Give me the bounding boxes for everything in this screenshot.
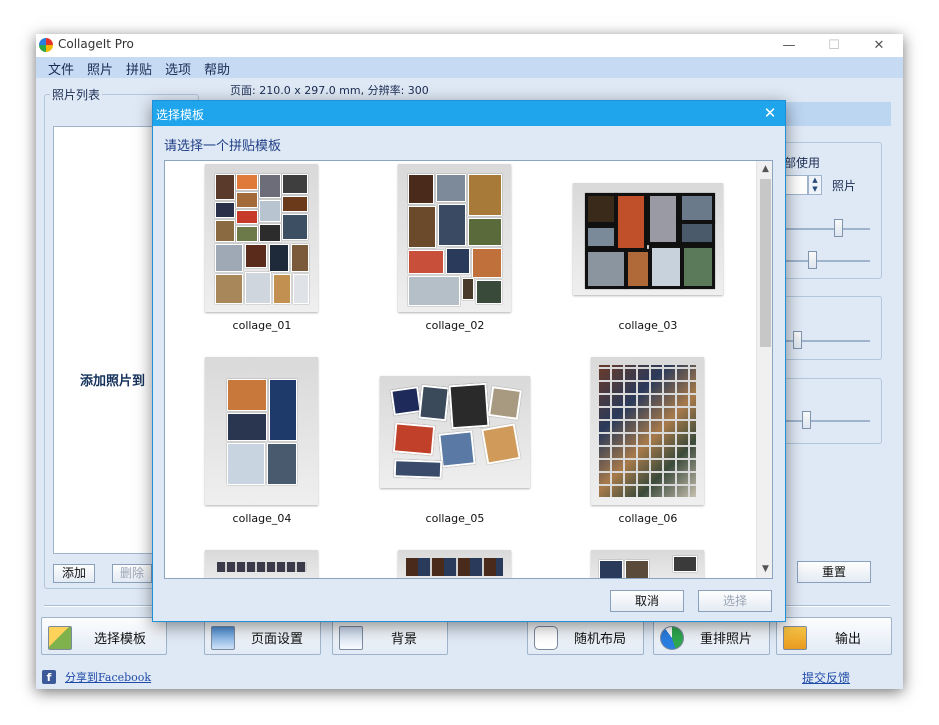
title-bar: CollageIt Pro — ☐ ✕ bbox=[36, 34, 903, 57]
add-photo-button[interactable]: 添加 bbox=[53, 564, 95, 583]
select-button[interactable]: 选择 bbox=[698, 590, 772, 612]
slider-thumb[interactable] bbox=[808, 251, 817, 269]
rearrange-photos-button[interactable]: 重排照片 bbox=[653, 617, 770, 655]
template-thumbnail bbox=[573, 183, 723, 295]
spin-arrows-icon[interactable]: ▲ ▼ bbox=[808, 175, 822, 195]
menu-bar: 文件 照片 拼贴 选项 帮助 bbox=[36, 57, 903, 78]
dialog-prompt: 请选择一个拼贴模板 bbox=[164, 139, 282, 154]
page-info: 页面: 210.0 x 297.0 mm, 分辨率: 300 bbox=[230, 84, 429, 97]
feedback-link[interactable]: 提交反馈 bbox=[802, 669, 850, 686]
template-thumbnail bbox=[205, 164, 318, 312]
template-name: collage_04 bbox=[232, 512, 292, 525]
slider-thumb[interactable] bbox=[802, 411, 811, 429]
share-facebook-link[interactable]: 分享到Facebook bbox=[65, 669, 151, 685]
refresh-icon bbox=[660, 626, 684, 650]
menu-help[interactable]: 帮助 bbox=[204, 59, 230, 78]
slider-track bbox=[786, 420, 870, 422]
dialog-title: 选择模板 bbox=[156, 108, 205, 122]
template-name: collage_06 bbox=[618, 512, 678, 525]
slider-track bbox=[786, 260, 870, 262]
background-button[interactable]: 背景 bbox=[332, 617, 448, 655]
template-thumbnail bbox=[205, 550, 318, 578]
scroll-up-icon[interactable]: ▲ bbox=[757, 161, 772, 178]
output-label: 输出 bbox=[835, 632, 862, 647]
dialog-title-bar: 选择模板 ✕ bbox=[153, 101, 785, 126]
template-icon bbox=[48, 626, 72, 650]
menu-photo[interactable]: 照片 bbox=[87, 59, 113, 78]
template-thumbnail bbox=[591, 550, 704, 578]
delete-photo-button[interactable]: 删除 bbox=[112, 564, 152, 583]
app-logo-icon bbox=[39, 38, 53, 52]
template-name: collage_03 bbox=[618, 319, 678, 332]
select-template-button[interactable]: 选择模板 bbox=[41, 617, 167, 655]
template-list[interactable]: collage_01 collage_02 collage_03 collage… bbox=[164, 160, 773, 579]
cancel-button[interactable]: 取消 bbox=[610, 590, 684, 612]
template-thumbnail bbox=[398, 550, 511, 578]
use-label: 部使用 bbox=[784, 156, 821, 170]
menu-file[interactable]: 文件 bbox=[48, 59, 74, 78]
slider-track bbox=[786, 228, 870, 230]
template-thumbnail bbox=[591, 357, 704, 505]
select-template-label: 选择模板 bbox=[94, 632, 147, 647]
page-setup-label: 页面设置 bbox=[251, 632, 304, 647]
template-thumbnail bbox=[398, 164, 511, 312]
add-photos-hint: 添加照片到 bbox=[80, 374, 146, 389]
random-layout-button[interactable]: 随机布局 bbox=[527, 617, 644, 655]
minimize-button[interactable]: — bbox=[766, 34, 812, 57]
photo-list-legend: 照片列表 bbox=[50, 86, 103, 103]
background-label: 背景 bbox=[391, 632, 418, 647]
template-name: collage_01 bbox=[232, 319, 292, 332]
menu-options[interactable]: 选项 bbox=[165, 59, 191, 78]
spacing-group bbox=[778, 296, 882, 360]
slider-thumb[interactable] bbox=[834, 219, 843, 237]
template-name: collage_05 bbox=[425, 512, 485, 525]
photo-count-input[interactable] bbox=[784, 175, 808, 195]
template-thumbnail bbox=[205, 357, 318, 505]
facebook-icon[interactable]: f bbox=[42, 670, 56, 684]
page-setup-button[interactable]: 页面设置 bbox=[204, 617, 321, 655]
export-icon bbox=[783, 626, 807, 650]
shadow-group bbox=[778, 378, 882, 444]
menu-collage[interactable]: 拼贴 bbox=[126, 59, 152, 78]
template-thumbnail bbox=[380, 376, 530, 488]
slider-thumb[interactable] bbox=[793, 331, 802, 349]
dice-icon bbox=[534, 626, 558, 650]
page-setup-icon bbox=[211, 626, 235, 650]
maximize-button[interactable]: ☐ bbox=[811, 34, 857, 57]
photo-count-label: 照片 bbox=[832, 179, 857, 193]
select-template-dialog: 选择模板 ✕ 请选择一个拼贴模板 collage_01 collage_02 c… bbox=[152, 100, 786, 622]
close-button[interactable]: ✕ bbox=[856, 34, 902, 57]
output-button[interactable]: 输出 bbox=[776, 617, 892, 655]
scroll-down-icon[interactable]: ▼ bbox=[757, 561, 772, 578]
background-icon bbox=[339, 626, 363, 650]
template-name: collage_02 bbox=[425, 319, 485, 332]
scroll-thumb[interactable] bbox=[760, 179, 771, 347]
template-list-scrollbar[interactable]: ▲ ▼ bbox=[756, 161, 772, 578]
reset-button[interactable]: 重置 bbox=[797, 561, 871, 583]
right-panel-header bbox=[781, 102, 891, 126]
rearrange-photos-label: 重排照片 bbox=[700, 632, 753, 647]
random-layout-label: 随机布局 bbox=[574, 632, 627, 647]
app-title: CollageIt Pro bbox=[58, 37, 134, 51]
dialog-close-button[interactable]: ✕ bbox=[758, 102, 782, 125]
